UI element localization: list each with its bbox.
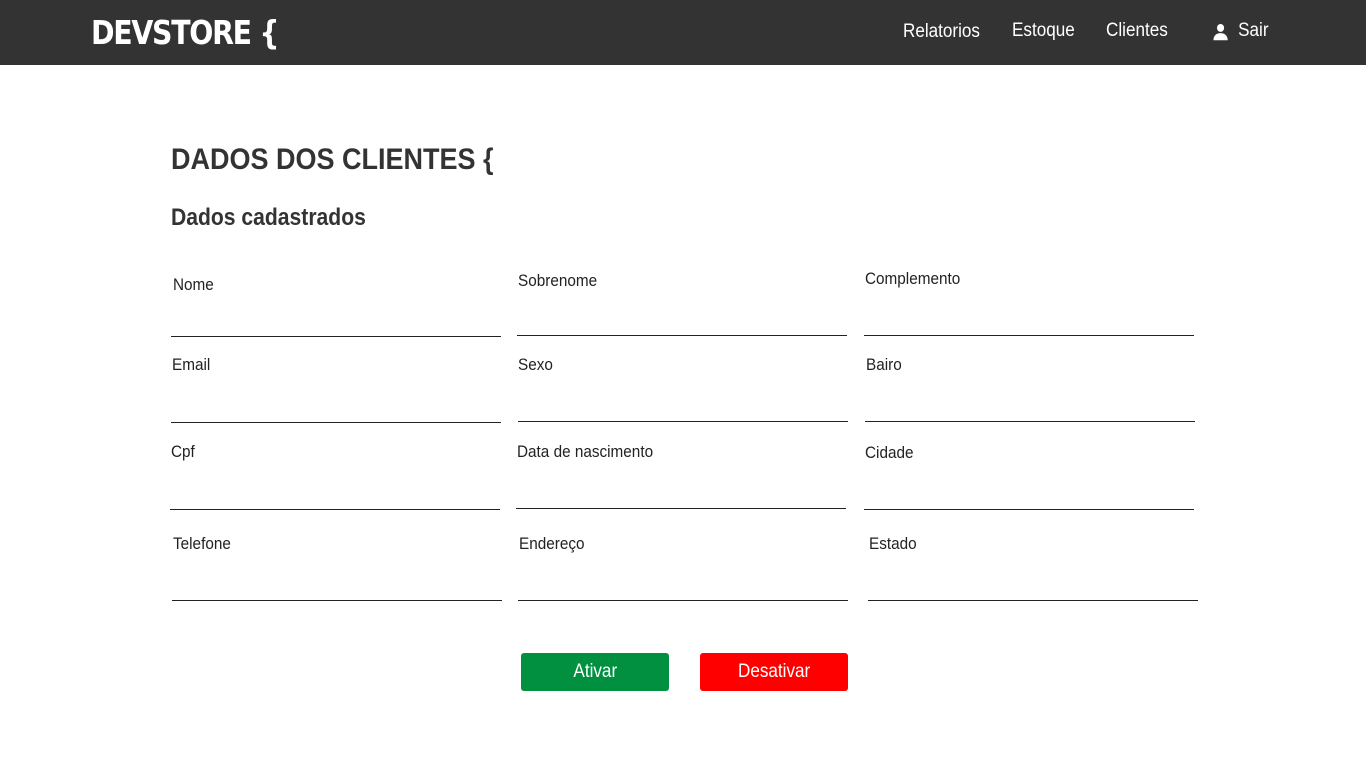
email-input[interactable] — [171, 393, 501, 423]
nav-link-estoque[interactable]: Estoque — [1012, 17, 1075, 45]
bairo-label: Bairo — [866, 355, 902, 374]
data-nascimento-input[interactable] — [516, 479, 846, 509]
estado-input[interactable] — [868, 571, 1198, 601]
nome-input[interactable] — [171, 307, 501, 337]
brand-logo[interactable]: DEVSTORE { — [91, 13, 280, 53]
endereco-input[interactable] — [518, 571, 848, 601]
endereco-label: Endereço — [519, 534, 585, 553]
top-navbar: DEVSTORE { Relatorios Estoque Clientes S… — [0, 0, 1366, 65]
ativar-button[interactable]: Ativar — [521, 653, 669, 691]
email-label: Email — [172, 355, 211, 374]
complemento-label: Complemento — [865, 269, 961, 288]
cpf-input[interactable] — [170, 480, 500, 510]
nome-label: Nome — [173, 275, 214, 294]
cidade-input[interactable] — [864, 480, 1194, 510]
nav-link-relatorios[interactable]: Relatorios — [903, 18, 980, 46]
cpf-label: Cpf — [171, 442, 195, 461]
telefone-label: Telefone — [173, 534, 231, 553]
desativar-button-label: Desativar — [737, 661, 811, 682]
sexo-input[interactable] — [518, 392, 848, 422]
nav-link-clientes[interactable]: Clientes — [1106, 17, 1168, 45]
complemento-input[interactable] — [864, 306, 1194, 336]
sobrenome-label: Sobrenome — [518, 271, 598, 290]
sobrenome-input[interactable] — [517, 306, 847, 336]
telefone-input[interactable] — [172, 571, 502, 601]
estado-label: Estado — [869, 534, 917, 553]
bairo-input[interactable] — [865, 392, 1195, 422]
logout-button[interactable]: Sair — [1212, 17, 1269, 45]
cidade-label: Cidade — [865, 443, 914, 462]
page-title: DADOS DOS CLIENTES { — [171, 143, 494, 176]
logout-label: Sair — [1238, 20, 1269, 41]
data-nascimento-label: Data de nascimento — [517, 442, 654, 461]
person-icon — [1213, 23, 1228, 40]
ativar-button-label: Ativar — [573, 661, 617, 682]
desativar-button[interactable]: Desativar — [700, 653, 848, 691]
sexo-label: Sexo — [518, 355, 553, 374]
section-title: Dados cadastrados — [171, 204, 366, 231]
